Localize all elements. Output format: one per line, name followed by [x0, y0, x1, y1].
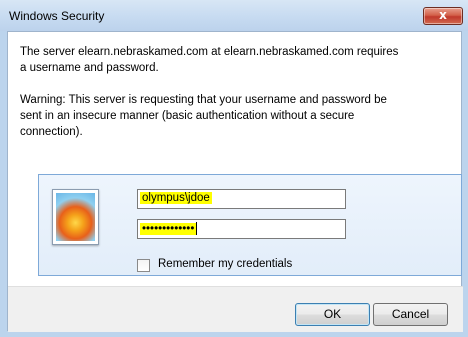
warning-line-2: sent in an insecure manner (basic authen… [20, 110, 355, 122]
avatar-image [56, 193, 95, 241]
remember-credentials-checkbox[interactable] [137, 259, 150, 272]
cancel-button[interactable]: Cancel [373, 303, 448, 326]
title-bar[interactable]: Windows Security x [0, 0, 468, 31]
server-message-line-2: a username and password. [20, 62, 159, 74]
server-message: The server elearn.nebraskamed.com at ele… [20, 44, 450, 76]
server-message-line-1: The server elearn.nebraskamed.com at ele… [20, 46, 399, 58]
button-bar: OK Cancel [8, 286, 463, 332]
window-title: Windows Security [9, 9, 105, 23]
warning-line-1: Warning: This server is requesting that … [20, 94, 387, 106]
warning-line-3: connection). [20, 126, 83, 138]
ok-button[interactable]: OK [295, 303, 370, 326]
close-button[interactable]: x [423, 7, 463, 25]
user-tile-flower-icon [52, 189, 99, 245]
password-value: ••••••••••••• [140, 222, 197, 235]
username-value: olympus\jdoe [140, 192, 212, 204]
remember-credentials-label[interactable]: Remember my credentials [158, 258, 292, 270]
credential-tile: olympus\jdoe ••••••••••••• Remember my c… [38, 174, 462, 276]
username-field[interactable]: olympus\jdoe [137, 189, 346, 209]
windows-security-dialog: Windows Security x The server elearn.neb… [0, 0, 468, 337]
password-field[interactable]: ••••••••••••• [137, 219, 346, 239]
dialog-content: The server elearn.nebraskamed.com at ele… [7, 31, 463, 332]
close-icon: x [439, 8, 447, 22]
text-caret [196, 222, 198, 235]
warning-message: Warning: This server is requesting that … [20, 92, 450, 140]
